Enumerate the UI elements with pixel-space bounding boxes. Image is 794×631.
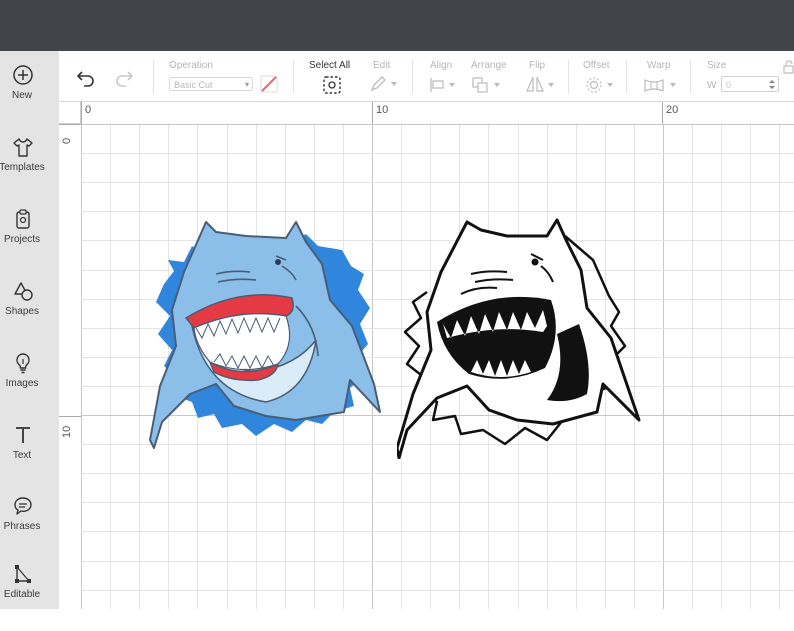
sidebar-item-images[interactable]: Images [0,352,59,420]
warp-icon[interactable] [643,76,681,94]
sidebar-item-editable[interactable]: Editable [0,563,59,631]
shirt-icon [13,138,33,157]
sidebar-item-label: Projects [3,234,41,245]
ruler-corner [59,102,81,124]
redo-icon[interactable] [113,69,135,87]
align-label: Align [430,60,453,71]
select-all-label: Select All [309,60,351,71]
sidebar-item-label: Phrases [3,521,41,532]
ruler-label-10: 10 [61,425,73,438]
shark-eye [275,259,281,265]
warp-label: Warp [647,60,671,71]
toolbar-divider [293,60,294,94]
ruler-major-tick [372,102,373,124]
sidebar-item-phrases[interactable]: Phrases [0,495,59,563]
operation-value: Basic Cut [174,80,213,90]
toolbar-divider [153,60,154,94]
sidebar-item-label: Text [12,450,32,461]
app-title-bar [0,0,794,51]
vertical-ruler: 0 10 [59,124,82,609]
toolbar-divider [568,60,569,94]
horizontal-ruler: 0 10 20 [59,102,794,125]
sidebar-item-label: Images [5,378,39,389]
ruler-major-tick [59,416,81,417]
sidebar-item-templates[interactable]: Templates [0,136,59,204]
shark-outline-image[interactable] [397,214,645,459]
ruler-label-0: 0 [61,137,73,144]
toolbar-divider [690,60,691,94]
select-all-icon[interactable] [322,75,342,95]
shark-color-image[interactable] [146,216,386,451]
sidebar-item-label: Templates [0,162,45,173]
ruler-label-10: 10 [376,104,389,116]
text-t-icon [16,427,30,443]
ruler-label-0: 0 [85,104,92,116]
edit-pencil-icon[interactable] [369,75,401,93]
size-width-input[interactable]: 0 [721,76,779,92]
arrange-icon[interactable] [471,76,507,94]
ruler-label-20: 20 [666,104,679,116]
ruler-major-tick [81,102,82,124]
speech-bubble-icon [14,497,32,515]
edit-label: Edit [373,60,391,71]
align-icon[interactable] [428,76,460,94]
pen-color-swatch[interactable] [259,75,279,93]
operation-select[interactable]: Basic Cut ▾ [169,77,253,91]
sidebar-item-label: Shapes [5,306,39,317]
toolbar-divider [626,60,627,94]
size-width-label: W [707,80,717,91]
ruler-major-tick [59,124,81,125]
sidebar-item-text[interactable]: Text [0,424,59,492]
size-label: Size [707,60,727,71]
left-sidebar: New Templates Projects Shapes Images Tex… [0,51,59,609]
lightbulb-icon [16,353,30,374]
offset-label: Offset [583,60,610,71]
plus-circle-icon [13,65,33,85]
shark-outline-eye [531,258,539,266]
sidebar-item-new[interactable]: New [0,64,59,132]
lock-icon[interactable] [783,60,794,74]
operation-label: Operation [169,60,213,71]
clipboard-icon [16,209,30,229]
toolbar-divider [412,60,413,94]
edit-toolbar: Operation Basic Cut ▾ Select All Edit Al… [59,51,794,102]
chevron-down-icon: ▾ [244,80,249,89]
undo-icon[interactable] [75,69,97,87]
design-canvas[interactable] [81,124,794,609]
editable-nodes-icon [15,565,31,583]
size-width-value: 0 [726,80,732,90]
ruler-major-tick [662,102,663,124]
sidebar-item-projects[interactable]: Projects [0,208,59,276]
arrange-label: Arrange [471,60,507,71]
shapes-icon [14,282,33,301]
sidebar-item-label: New [11,90,32,101]
flip-icon[interactable] [525,75,557,95]
sidebar-item-shapes[interactable]: Shapes [0,280,59,348]
flip-label: Flip [529,60,546,71]
sidebar-item-label: Editable [3,589,41,600]
offset-icon[interactable] [584,75,618,95]
stepper-icon[interactable] [768,79,776,90]
